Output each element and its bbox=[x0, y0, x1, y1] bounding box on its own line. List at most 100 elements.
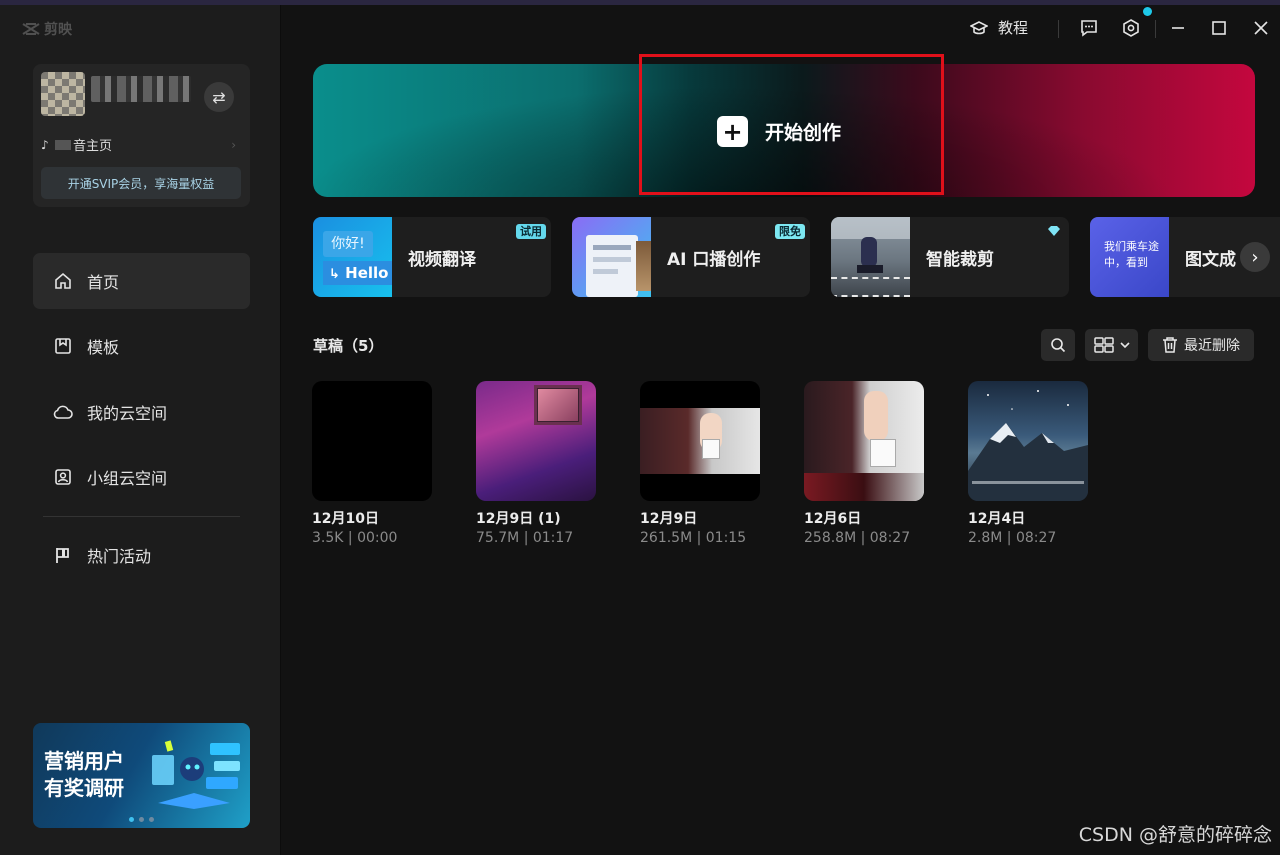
avatar[interactable] bbox=[41, 72, 85, 116]
username-blurred bbox=[91, 76, 191, 102]
feature-video-translate[interactable]: 你好! ↳ Hello 视频翻译 试用 bbox=[313, 217, 551, 297]
douyin-homepage-link[interactable]: ♪ 音主页 › bbox=[41, 135, 236, 155]
draft-meta: 3.5K | 00:00 bbox=[312, 530, 398, 546]
graduation-cap-icon bbox=[970, 20, 988, 34]
draft-item[interactable]: 12月4日 2.8M | 08:27 bbox=[968, 381, 1088, 546]
draft-meta: 261.5M | 01:15 bbox=[640, 530, 747, 546]
sidebar-item-team-cloud[interactable]: 小组云空间 bbox=[33, 449, 250, 505]
minimize-button[interactable] bbox=[1164, 14, 1192, 42]
feature-smart-crop[interactable]: 智能裁剪 bbox=[831, 217, 1069, 297]
draft-meta: 75.7M | 01:17 bbox=[476, 530, 574, 546]
sidebar-item-label: 首页 bbox=[87, 273, 120, 292]
team-cloud-icon bbox=[53, 467, 73, 487]
drafts-title: 草稿（5） bbox=[313, 337, 384, 355]
chevron-down-icon bbox=[1119, 342, 1130, 349]
sidebar-item-label: 我的云空间 bbox=[87, 404, 168, 423]
settings-button[interactable] bbox=[1117, 14, 1145, 42]
app-logo: 剪映 bbox=[22, 19, 72, 39]
sidebar-divider bbox=[43, 516, 240, 517]
app-name: 剪映 bbox=[44, 22, 72, 38]
search-drafts-button[interactable] bbox=[1041, 329, 1075, 361]
text-to-video-thumbnail: 我们乘车途中，看到 bbox=[1090, 217, 1169, 297]
turn-arrow-icon: ↳ bbox=[329, 267, 340, 282]
mountain-illustration bbox=[968, 390, 1088, 501]
draft-item[interactable]: 12月9日 261.5M | 01:15 bbox=[640, 381, 760, 546]
thumb-text-hello: Hello bbox=[345, 264, 389, 282]
tiktok-icon: ♪ bbox=[41, 137, 49, 152]
user-card: ⇄ ♪ 音主页 › 开通SVIP会员，享海量权益 bbox=[33, 64, 250, 207]
sidebar-item-label: 热门活动 bbox=[87, 547, 152, 566]
draft-item[interactable]: 12月9日 (1) 75.7M | 01:17 bbox=[476, 381, 596, 546]
thumb-text-nihao: 你好! bbox=[323, 231, 373, 257]
notification-dot bbox=[1143, 7, 1152, 16]
promo-banner[interactable]: 营销用户 有奖调研 bbox=[33, 723, 250, 828]
grid-view-icon bbox=[1093, 337, 1114, 353]
vip-upgrade-button[interactable]: 开通SVIP会员，享海量权益 bbox=[41, 167, 241, 199]
draft-thumbnail bbox=[312, 381, 432, 501]
features-next-button[interactable]: › bbox=[1240, 242, 1270, 272]
blurred-text bbox=[55, 139, 71, 150]
close-icon bbox=[1254, 21, 1268, 35]
message-icon bbox=[1081, 20, 1097, 37]
thumb-text: 我们乘车途中，看到 bbox=[1104, 240, 1159, 269]
search-icon bbox=[1051, 338, 1066, 353]
draft-thumbnail bbox=[640, 381, 760, 501]
feature-label: 视频翻译 bbox=[408, 250, 476, 270]
draft-title: 12月10日 bbox=[312, 511, 379, 527]
draft-meta: 258.8M | 08:27 bbox=[804, 530, 911, 546]
free-badge: 限免 bbox=[775, 224, 805, 239]
maximize-button[interactable] bbox=[1205, 14, 1233, 42]
draft-thumbnail bbox=[804, 381, 924, 501]
trial-badge: 试用 bbox=[516, 224, 546, 239]
swap-icon: ⇄ bbox=[212, 87, 226, 107]
diamond-icon bbox=[1048, 226, 1060, 236]
feature-ai-voiceover[interactable]: AI 口播创作 限免 bbox=[572, 217, 810, 297]
draft-title: 12月4日 bbox=[968, 511, 1026, 527]
promo-illustration bbox=[152, 740, 240, 809]
titlebar-separator bbox=[1155, 20, 1156, 38]
tutorial-label: 教程 bbox=[998, 19, 1029, 37]
carousel-dots[interactable] bbox=[129, 817, 154, 822]
feature-label: 图文成 bbox=[1185, 250, 1236, 270]
sidebar-item-home[interactable]: 首页 bbox=[33, 253, 250, 309]
draft-item[interactable]: 12月10日 3.5K | 00:00 bbox=[312, 381, 432, 546]
home-icon bbox=[53, 271, 73, 291]
close-button[interactable] bbox=[1247, 14, 1275, 42]
smart-crop-thumbnail bbox=[831, 217, 910, 297]
draft-title: 12月9日 (1) bbox=[476, 511, 561, 527]
feature-label: AI 口播创作 bbox=[667, 250, 761, 270]
feedback-button[interactable] bbox=[1075, 14, 1103, 42]
chevron-right-icon: › bbox=[231, 137, 236, 152]
sidebar-item-my-cloud[interactable]: 我的云空间 bbox=[33, 384, 250, 440]
feature-label: 智能裁剪 bbox=[926, 250, 994, 270]
video-translate-thumbnail: 你好! ↳ Hello bbox=[313, 217, 392, 297]
csdn-watermark: CSDN @舒意的碎碎念 bbox=[1078, 824, 1272, 846]
switch-account-button[interactable]: ⇄ bbox=[204, 82, 234, 112]
flag-icon bbox=[53, 545, 73, 565]
chevron-right-icon: › bbox=[1251, 246, 1259, 268]
sidebar-item-label: 小组云空间 bbox=[87, 469, 168, 488]
capcut-logo-icon bbox=[22, 23, 40, 35]
draft-meta: 2.8M | 08:27 bbox=[968, 530, 1057, 546]
promo-title: 营销用户 有奖调研 bbox=[44, 749, 124, 800]
sidebar-item-hot-events[interactable]: 热门活动 bbox=[33, 527, 250, 583]
trash-icon bbox=[1163, 337, 1177, 353]
red-highlight-box bbox=[639, 54, 944, 195]
draft-thumbnail bbox=[968, 381, 1088, 501]
titlebar-separator bbox=[1058, 20, 1059, 38]
maximize-icon bbox=[1212, 21, 1226, 35]
draft-title: 12月9日 bbox=[640, 511, 698, 527]
recently-deleted-button[interactable]: 最近删除 bbox=[1148, 329, 1254, 361]
sidebar: 剪映 ⇄ ♪ 音主页 › 开通SVIP会员，享海量权益 首页 模板 我的云空间 bbox=[0, 5, 281, 855]
view-mode-dropdown[interactable] bbox=[1085, 329, 1138, 361]
ai-voiceover-thumbnail bbox=[572, 217, 651, 297]
minimize-icon bbox=[1172, 27, 1184, 29]
gear-icon bbox=[1123, 19, 1139, 37]
sidebar-item-label: 模板 bbox=[87, 338, 120, 357]
draft-title: 12月6日 bbox=[804, 511, 862, 527]
tutorial-button[interactable]: 教程 bbox=[970, 17, 1028, 38]
recently-deleted-label: 最近删除 bbox=[1184, 338, 1240, 354]
sidebar-item-template[interactable]: 模板 bbox=[33, 318, 250, 374]
douyin-label: 音主页 bbox=[73, 139, 113, 154]
draft-item[interactable]: 12月6日 258.8M | 08:27 bbox=[804, 381, 924, 546]
